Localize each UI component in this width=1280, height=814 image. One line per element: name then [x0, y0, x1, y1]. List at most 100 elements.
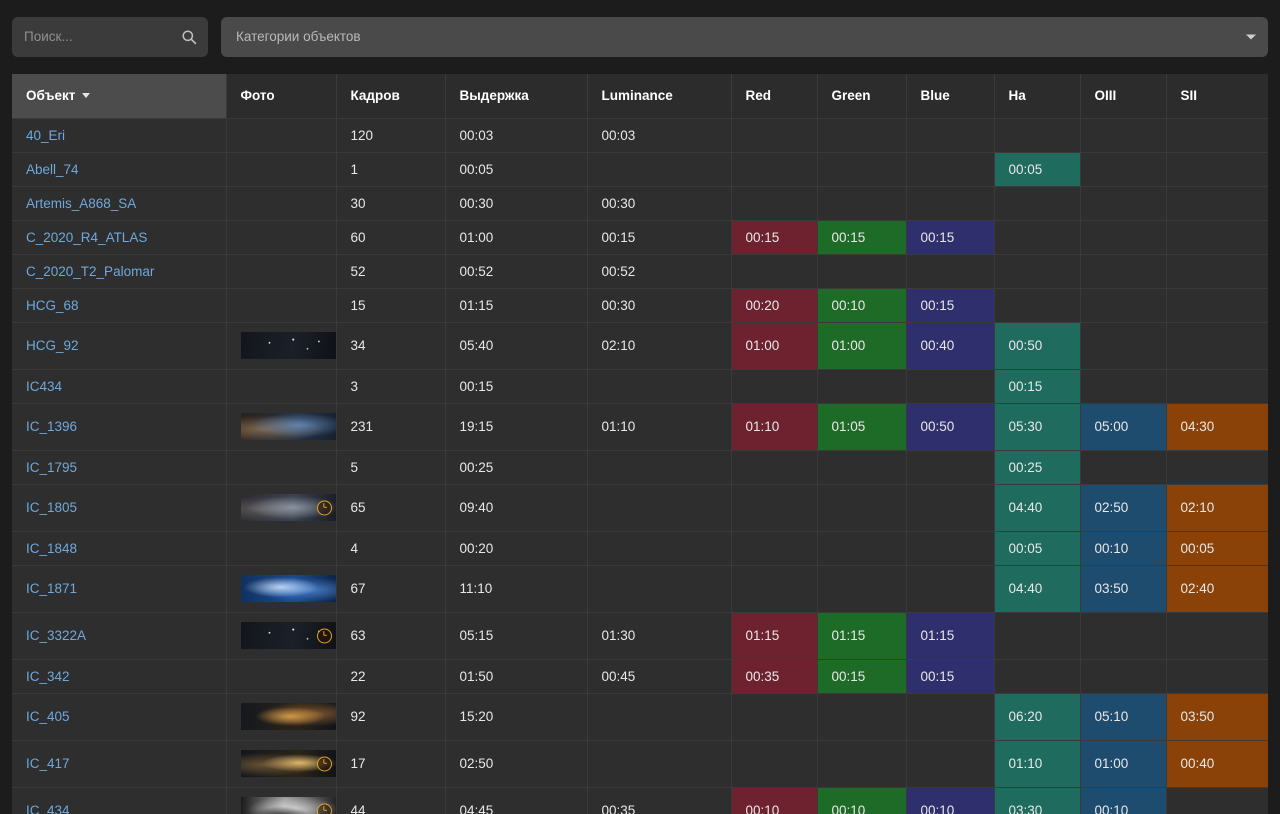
cell-green: 00:10 [817, 288, 907, 323]
cell-value: 00:10 [831, 803, 866, 814]
object-link[interactable]: C_2020_T2_Palomar [26, 264, 154, 279]
cell-object: HCG_92 [12, 322, 227, 370]
table-row[interactable]: IC_434 44 04:45 00:35 00:10 00:10 00:10 03:30 00… [12, 787, 1268, 814]
object-link[interactable]: HCG_68 [26, 298, 79, 313]
cell-blue: 00:15 [906, 220, 995, 255]
table-row[interactable]: HCG_68 15 01:15 00:30 00:20 00:10 00:15 [12, 288, 1268, 323]
cell-value: 92 [350, 709, 366, 724]
column-header-blue[interactable]: Blue [906, 74, 995, 119]
object-link[interactable]: IC434 [26, 379, 62, 394]
column-header-red[interactable]: Red [731, 74, 818, 119]
object-link[interactable]: IC_405 [26, 709, 70, 724]
column-header-photo[interactable]: Фото [226, 74, 337, 119]
cell-sii: 00:40 [1166, 740, 1268, 788]
object-link[interactable]: IC_1396 [26, 419, 77, 434]
object-link[interactable]: IC_434 [26, 803, 70, 814]
column-header-oiii[interactable]: OIII [1080, 74, 1167, 119]
cell-luminance: 02:10 [587, 322, 732, 370]
column-header-frames[interactable]: Кадров [336, 74, 446, 119]
object-link[interactable]: Abell_74 [26, 162, 79, 177]
object-link[interactable]: 40_Eri [26, 128, 65, 143]
object-thumbnail[interactable] [240, 797, 335, 814]
search-box[interactable] [12, 16, 208, 57]
object-thumbnail[interactable] [240, 703, 335, 730]
cell-photo[interactable] [226, 787, 337, 814]
object-link[interactable]: C_2020_R4_ATLAS [26, 230, 147, 245]
cell-photo[interactable] [226, 322, 337, 370]
cell-blue: 01:15 [906, 612, 995, 660]
object-link[interactable]: Artemis_A868_SA [26, 196, 136, 211]
object-link[interactable]: IC_1848 [26, 541, 77, 556]
cell-value: 01:10 [601, 419, 636, 434]
table-row[interactable]: IC_342 22 01:50 00:45 00:35 00:15 00:15 [12, 659, 1268, 694]
cell-value: 00:40 [920, 338, 955, 353]
cell-photo[interactable] [226, 612, 337, 660]
cell-value: 00:05 [1008, 540, 1043, 556]
table-row[interactable]: C_2020_T2_Palomar 52 00:52 00:52 [12, 254, 1268, 289]
table-row[interactable]: IC434 3 00:15 00:15 [12, 369, 1268, 404]
cell-ha [994, 186, 1081, 221]
vertical-scrollbar[interactable] [1264, 74, 1268, 814]
table-row[interactable]: IC_1871 67 11:10 04:40 03:50 02:40 [12, 565, 1268, 613]
cell-exposure: 09:40 [445, 484, 588, 532]
cell-red [731, 369, 818, 404]
cell-oiii: 02:50 [1080, 484, 1167, 532]
table-row[interactable]: Artemis_A868_SA 30 00:30 00:30 [12, 186, 1268, 221]
cell-luminance [587, 152, 732, 187]
cell-value: 44 [350, 803, 366, 814]
column-header-exposure[interactable]: Выдержка [445, 74, 588, 119]
object-link[interactable]: IC_1805 [26, 500, 77, 515]
cell-value: 03:50 [1180, 709, 1215, 724]
cell-green: 00:15 [817, 659, 907, 694]
cell-photo[interactable] [226, 565, 337, 613]
cell-sii [1166, 450, 1268, 485]
cell-frames: 5 [336, 450, 446, 485]
object-thumbnail[interactable] [240, 622, 335, 649]
cell-value: 00:05 [1008, 161, 1043, 177]
object-thumbnail[interactable] [240, 413, 335, 440]
category-filter-select[interactable]: Категории объектов [221, 16, 1268, 57]
table-row[interactable]: 40_Eri 120 00:03 00:03 [12, 118, 1268, 153]
column-header-luminance[interactable]: Luminance [587, 74, 732, 119]
object-thumbnail[interactable] [240, 750, 335, 777]
table-row[interactable]: Abell_74 1 00:05 00:05 [12, 152, 1268, 187]
table-row[interactable]: IC_3322A 63 05:15 01:30 01:15 01:15 01:15 [12, 612, 1268, 660]
column-header-sii[interactable]: SII [1166, 74, 1268, 119]
cell-photo [226, 220, 337, 255]
cell-photo[interactable] [226, 403, 337, 451]
object-link[interactable]: IC_1795 [26, 460, 77, 475]
cell-green [817, 450, 907, 485]
thumbnail-image [240, 332, 335, 359]
sort-descending-icon[interactable] [82, 93, 91, 99]
object-link[interactable]: IC_342 [26, 669, 70, 684]
cell-value: 34 [350, 338, 366, 353]
table-row[interactable]: C_2020_R4_ATLAS 60 01:00 00:15 00:15 00:15 00:… [12, 220, 1268, 255]
search-input[interactable] [12, 16, 208, 57]
object-thumbnail[interactable] [240, 575, 335, 602]
clock-icon [316, 628, 332, 643]
table-row[interactable]: IC_405 92 15:20 06:20 05:10 03:50 [12, 693, 1268, 741]
clock-icon [316, 803, 332, 814]
object-thumbnail[interactable] [240, 332, 335, 359]
column-header-object[interactable]: Объект [12, 74, 227, 119]
table-row[interactable]: HCG_92 34 05:40 02:10 01:00 01:00 00:40 00:50 [12, 322, 1268, 370]
column-header-green[interactable]: Green [817, 74, 907, 119]
object-thumbnail[interactable] [240, 494, 335, 521]
cell-photo[interactable] [226, 693, 337, 741]
object-link[interactable]: HCG_92 [26, 338, 79, 353]
cell-photo[interactable] [226, 484, 337, 532]
cell-photo[interactable] [226, 740, 337, 788]
column-header-label: OIII [1094, 88, 1117, 104]
table-row[interactable]: IC_1848 4 00:20 00:05 00:10 00:05 [12, 531, 1268, 566]
cell-photo [226, 254, 337, 289]
table-row[interactable]: IC_417 17 02:50 01:10 01:00 00:40 [12, 740, 1268, 788]
chevron-down-icon[interactable] [1246, 34, 1256, 39]
object-link[interactable]: IC_417 [26, 756, 70, 771]
cell-ha: 00:50 [994, 322, 1081, 370]
object-link[interactable]: IC_3322A [26, 628, 86, 643]
table-row[interactable]: IC_1795 5 00:25 00:25 [12, 450, 1268, 485]
object-link[interactable]: IC_1871 [26, 581, 77, 596]
table-row[interactable]: IC_1805 65 09:40 04:40 02:50 02:10 [12, 484, 1268, 532]
table-row[interactable]: IC_1396 231 19:15 01:10 01:10 01:05 00:50 05:30… [12, 403, 1268, 451]
column-header-ha[interactable]: Ha [994, 74, 1081, 119]
